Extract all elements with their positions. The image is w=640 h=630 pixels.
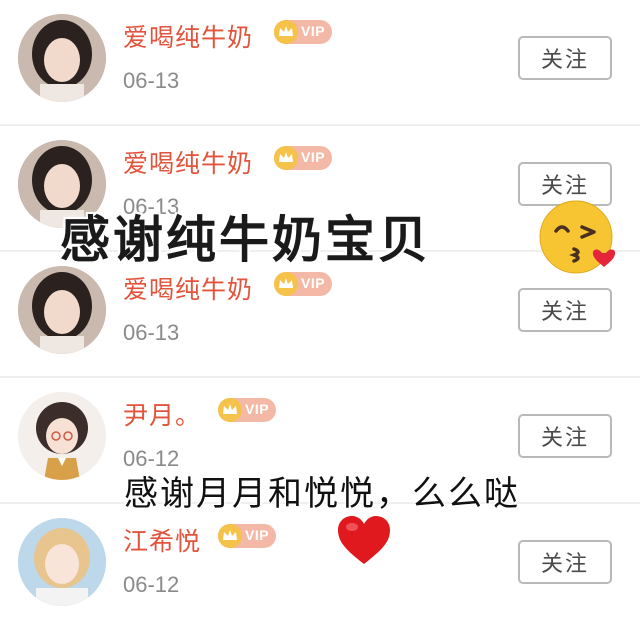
heart-emoji bbox=[338, 516, 390, 564]
vip-badge: VIP bbox=[218, 398, 276, 422]
vip-badge: VIP bbox=[274, 20, 332, 44]
user-name[interactable]: 爱喝纯牛奶 bbox=[123, 270, 253, 306]
thanks-caption-2: 感谢月月和悦悦，么么哒 bbox=[124, 474, 520, 514]
crown-icon bbox=[274, 272, 298, 296]
user-name[interactable]: 爱喝纯牛奶 bbox=[123, 18, 253, 54]
follow-date: 06-12 bbox=[123, 572, 180, 597]
user-name[interactable]: 江希悦 bbox=[123, 522, 201, 558]
user-name[interactable]: 尹月。 bbox=[123, 396, 201, 432]
vip-badge: VIP bbox=[274, 272, 332, 296]
crown-icon bbox=[218, 524, 242, 548]
vip-badge: VIP bbox=[274, 146, 332, 170]
avatar[interactable] bbox=[18, 392, 106, 480]
crown-icon bbox=[274, 20, 298, 44]
vip-badge: VIP bbox=[218, 524, 276, 548]
list-item[interactable]: 江希悦 VIP 06-12 关注 bbox=[0, 504, 640, 630]
kiss-emoji bbox=[539, 200, 616, 274]
follow-date: 06-13 bbox=[123, 68, 180, 93]
thanks-caption-1: 感谢纯牛奶宝贝 bbox=[60, 211, 431, 269]
follow-button[interactable]: 关注 bbox=[518, 540, 612, 584]
list-item[interactable]: 爱喝纯牛奶 VIP 06-13 关注 bbox=[0, 0, 640, 126]
follow-button[interactable]: 关注 bbox=[518, 414, 612, 458]
follow-list: 爱喝纯牛奶 VIP 06-13 关注 爱喝纯牛奶 VIP 06-13 关注 爱喝… bbox=[0, 0, 640, 626]
follow-button[interactable]: 关注 bbox=[518, 36, 612, 80]
avatar[interactable] bbox=[18, 518, 106, 606]
crown-icon bbox=[218, 398, 242, 422]
crown-icon bbox=[274, 146, 298, 170]
avatar[interactable] bbox=[18, 266, 106, 354]
user-name[interactable]: 爱喝纯牛奶 bbox=[123, 144, 253, 180]
avatar[interactable] bbox=[18, 14, 106, 102]
follow-button[interactable]: 关注 bbox=[518, 288, 612, 332]
follow-date: 06-13 bbox=[123, 320, 180, 345]
